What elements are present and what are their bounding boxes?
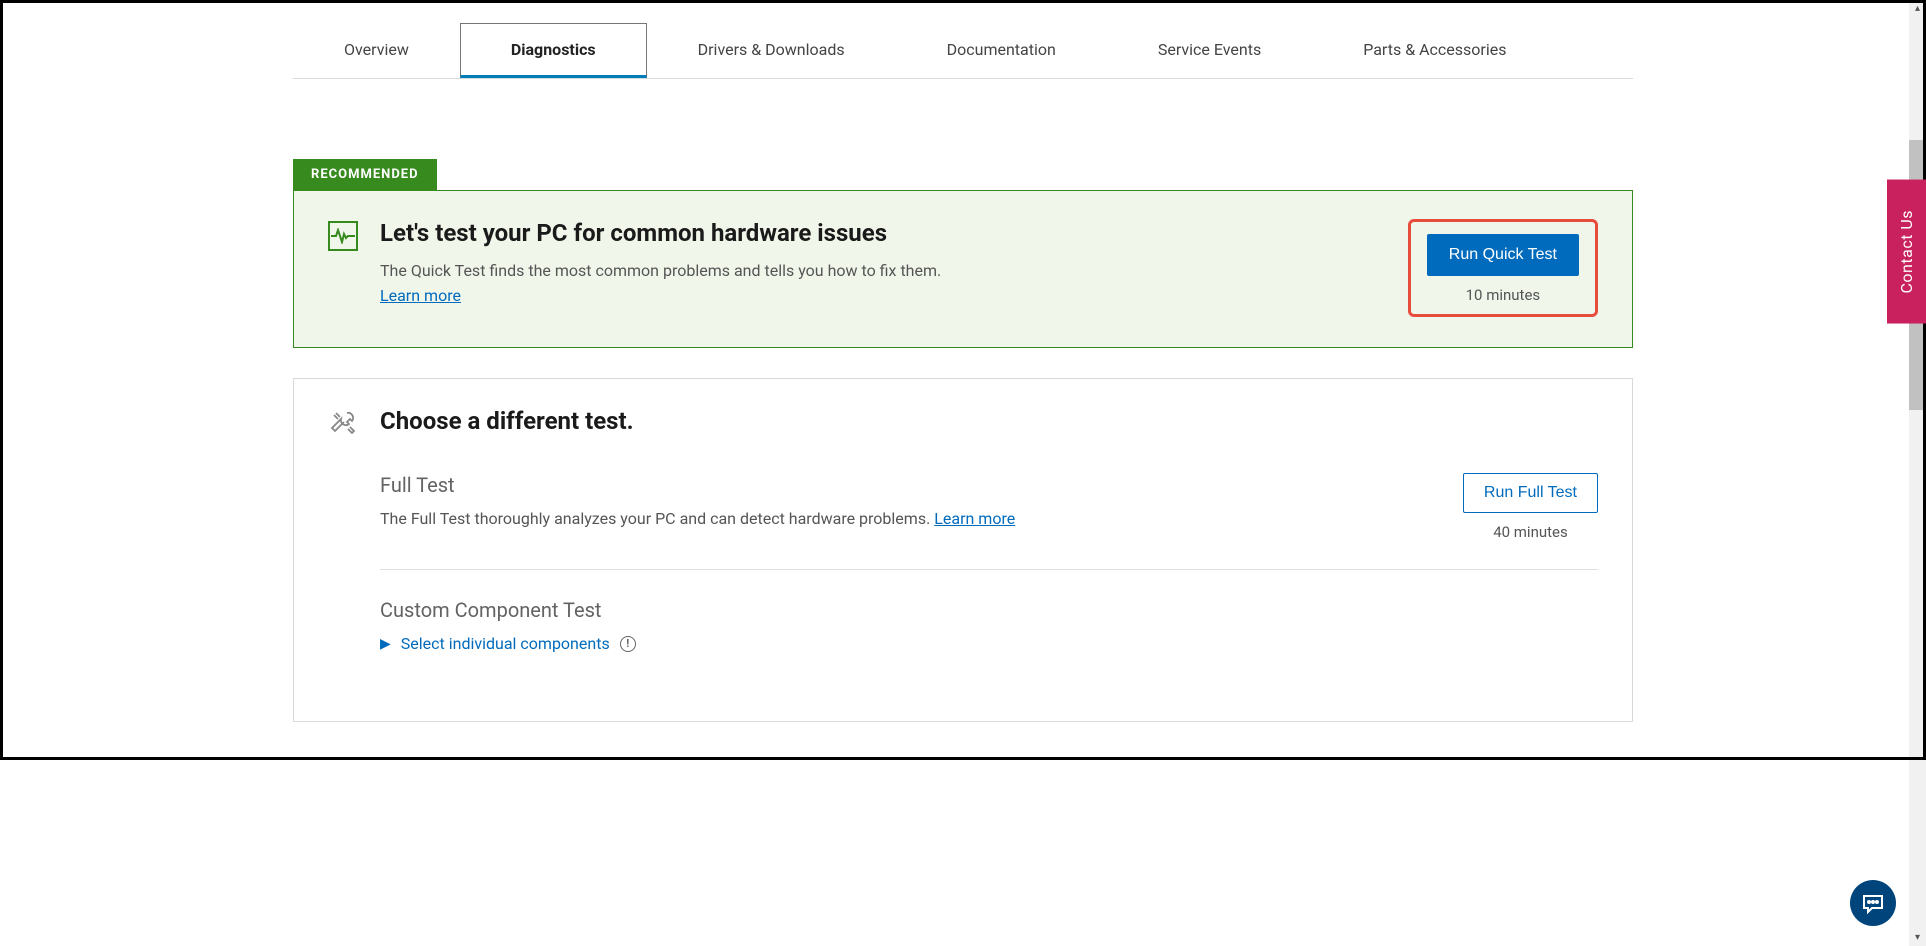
quick-test-duration: 10 minutes	[1427, 286, 1579, 304]
recommended-badge: RECOMMENDED	[293, 159, 437, 190]
tab-overview[interactable]: Overview	[293, 23, 460, 78]
heartbeat-icon	[328, 221, 358, 251]
full-test-section: Full Test The Full Test thoroughly analy…	[380, 473, 1598, 569]
full-test-learn-more-link[interactable]: Learn more	[934, 509, 1015, 528]
quick-test-learn-more-link[interactable]: Learn more	[380, 286, 461, 305]
full-test-title: Full Test	[380, 473, 1015, 497]
tab-documentation[interactable]: Documentation	[896, 23, 1107, 78]
tab-diagnostics[interactable]: Diagnostics	[460, 23, 647, 78]
tab-bar: Overview Diagnostics Drivers & Downloads…	[293, 23, 1633, 79]
chat-button[interactable]	[1850, 880, 1896, 926]
custom-test-title: Custom Component Test	[380, 598, 1598, 622]
full-test-duration: 40 minutes	[1463, 523, 1598, 541]
quick-test-title: Let's test your PC for common hardware i…	[380, 219, 941, 247]
other-tests-panel: Choose a different test. Full Test The F…	[293, 378, 1633, 722]
info-icon[interactable]: !	[620, 636, 636, 652]
run-quick-test-button[interactable]: Run Quick Test	[1427, 234, 1579, 276]
scrollbar[interactable]: ▴ ▾	[1909, 0, 1926, 946]
select-individual-components-toggle[interactable]: ▶ Select individual components !	[380, 634, 1598, 653]
scrollbar-down-arrow[interactable]: ▾	[1909, 929, 1926, 946]
full-test-description: The Full Test thoroughly analyzes your P…	[380, 509, 1015, 528]
run-full-test-button[interactable]: Run Full Test	[1463, 473, 1598, 513]
other-tests-title: Choose a different test.	[380, 407, 634, 435]
caret-right-icon: ▶	[380, 637, 391, 651]
contact-us-tab[interactable]: Contact Us	[1887, 180, 1926, 324]
tab-drivers-downloads[interactable]: Drivers & Downloads	[647, 23, 896, 78]
tab-service-events[interactable]: Service Events	[1107, 23, 1312, 78]
select-individual-components-label: Select individual components	[401, 634, 610, 653]
highlight-box: Run Quick Test 10 minutes	[1408, 219, 1598, 317]
tab-parts-accessories[interactable]: Parts & Accessories	[1312, 23, 1557, 78]
custom-test-section: Custom Component Test ▶ Select individua…	[380, 569, 1598, 681]
quick-test-description: The Quick Test finds the most common pro…	[380, 261, 941, 280]
tools-icon	[328, 409, 358, 439]
scrollbar-up-arrow[interactable]: ▴	[1909, 0, 1926, 17]
quick-test-panel: Let's test your PC for common hardware i…	[293, 190, 1633, 348]
